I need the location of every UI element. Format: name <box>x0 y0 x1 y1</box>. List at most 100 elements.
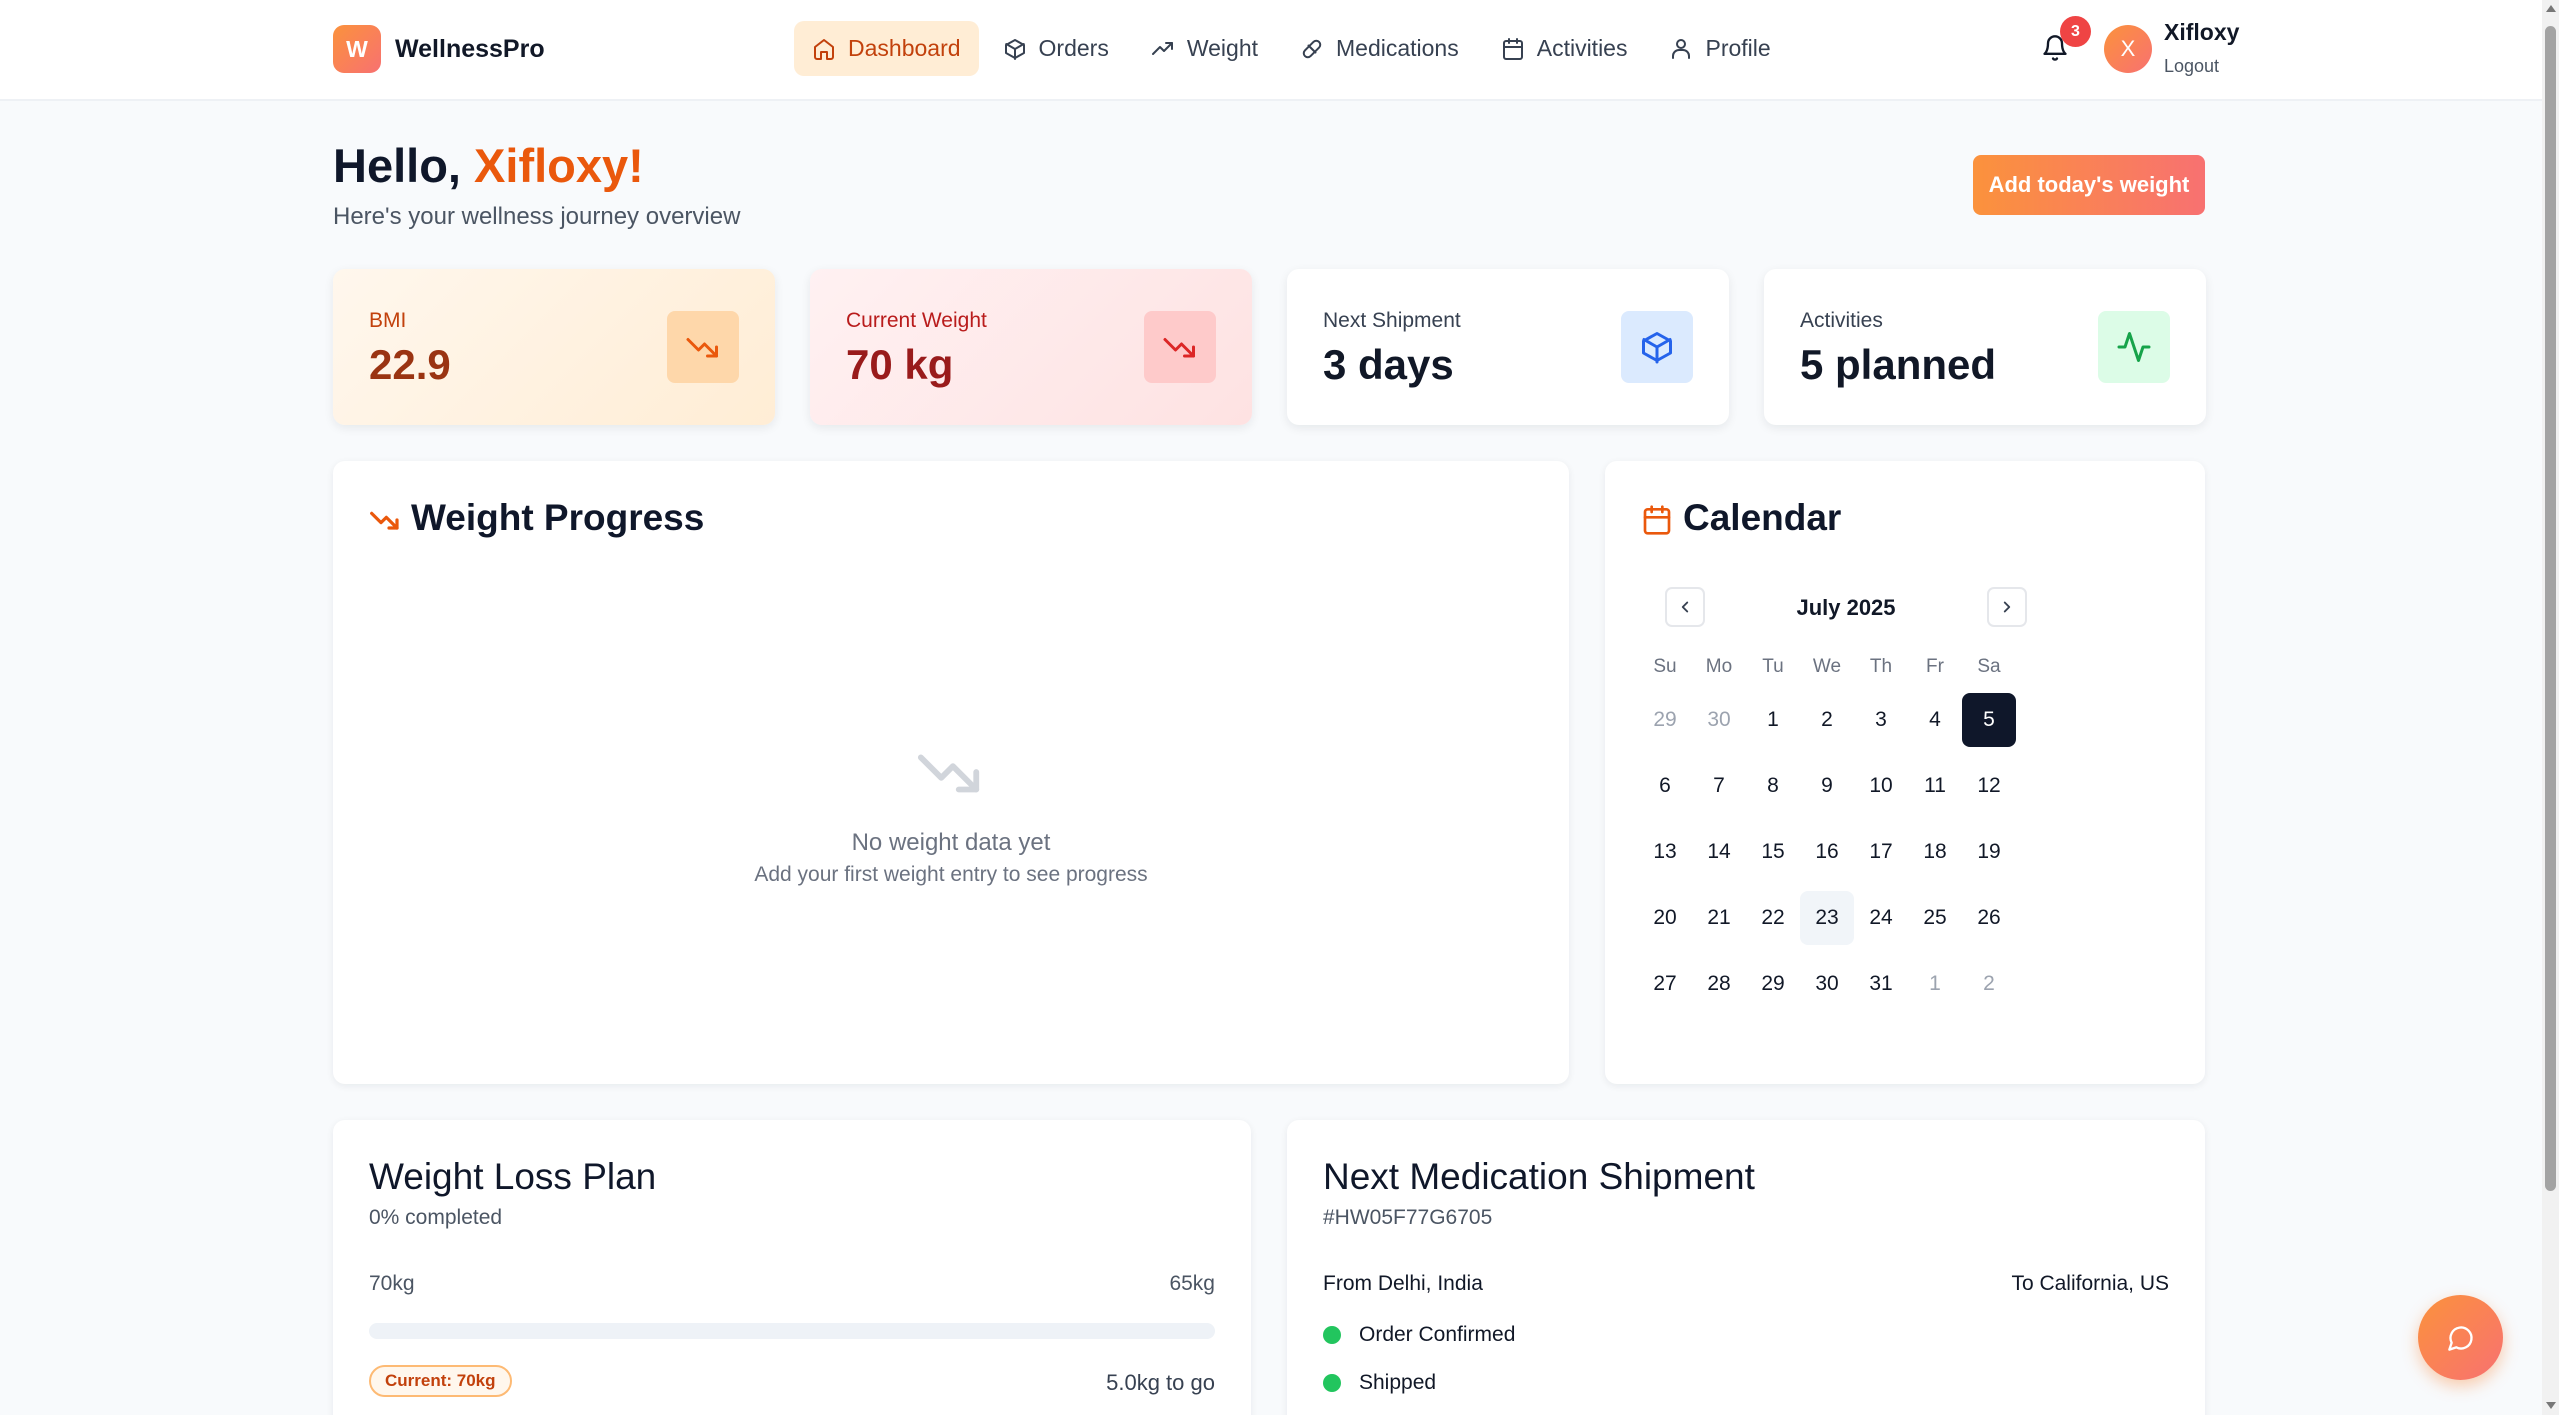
nav-medications-label: Medications <box>1336 35 1459 61</box>
weight-to-go: 5.0kg to go <box>1106 1370 1215 1395</box>
notification-count-badge: 3 <box>2060 16 2091 47</box>
nav-dashboard-label: Dashboard <box>848 35 961 61</box>
calendar-weekdays: Su Mo Tu We Th Fr Sa <box>1638 647 2178 687</box>
logout-link[interactable]: Logout <box>2164 56 2219 77</box>
calendar-day[interactable]: 28 <box>1692 957 1746 1011</box>
calendar-day[interactable]: 2 <box>1962 957 2016 1011</box>
nav-orders-label: Orders <box>1038 35 1109 61</box>
greeting-heading: Hello, Xifloxy! <box>333 138 644 193</box>
weight-icon-box <box>1144 311 1216 383</box>
status-dot-icon <box>1323 1326 1341 1344</box>
calendar-day[interactable]: 22 <box>1746 891 1800 945</box>
shipment-origin: From Delhi, India <box>1323 1272 1483 1295</box>
calendar-day[interactable]: 23 <box>1800 891 1854 945</box>
calendar-day[interactable]: 24 <box>1854 891 1908 945</box>
calendar-day[interactable]: 5 <box>1962 693 2016 747</box>
calendar-week-row: 6 7 8 9 10 11 12 <box>1638 753 2178 819</box>
nav-orders[interactable]: Orders <box>985 21 1127 76</box>
calendar-day[interactable]: 1 <box>1746 693 1800 747</box>
bmi-icon-box <box>667 311 739 383</box>
plan-start-weight: 70kg <box>369 1272 415 1295</box>
calendar-grid: Su Mo Tu We Th Fr Sa 29 30 1 2 3 4 5 6 7 8 9 10 11 12 13 14 15… <box>1638 647 2178 1017</box>
calendar-day[interactable]: 9 <box>1800 759 1854 813</box>
weight-progress-title: Weight Progress <box>411 497 705 538</box>
calendar-day[interactable]: 13 <box>1638 825 1692 879</box>
shipment-id: #HW05F77G6705 <box>1323 1206 1493 1229</box>
shipment-step-shipped: Shipped <box>1323 1371 1436 1395</box>
calendar-day[interactable]: 6 <box>1638 759 1692 813</box>
activities-icon-box <box>2098 311 2170 383</box>
calendar-day[interactable]: 16 <box>1800 825 1854 879</box>
calendar-day[interactable]: 29 <box>1638 693 1692 747</box>
calendar-day[interactable]: 11 <box>1908 759 1962 813</box>
greeting-user-name: Xifloxy! <box>474 139 644 192</box>
page-subtitle: Here's your wellness journey overview <box>333 203 741 230</box>
plan-goal-weight: 65kg <box>1169 1272 1215 1295</box>
weekday-label: Fr <box>1926 656 1944 677</box>
calendar-day[interactable]: 8 <box>1746 759 1800 813</box>
nav-medications[interactable]: Medications <box>1282 21 1477 76</box>
activity-pulse-icon <box>2117 332 2151 362</box>
bmi-value: 22.9 <box>369 341 451 388</box>
calendar-day[interactable]: 26 <box>1962 891 2016 945</box>
calendar-next-button[interactable] <box>1987 587 2027 627</box>
nav-profile-label: Profile <box>1705 35 1771 61</box>
status-dot-icon <box>1323 1374 1341 1392</box>
weight-loss-plan-panel: Weight Loss Plan 0% completed 70kg 65kg … <box>333 1120 1251 1415</box>
calendar-day[interactable]: 25 <box>1908 891 1962 945</box>
current-weight-value: 70 kg <box>846 341 954 388</box>
nav-dashboard[interactable]: Dashboard <box>794 21 979 76</box>
chat-button[interactable] <box>2418 1295 2503 1380</box>
activities-card: Activities 5 planned <box>1764 269 2206 425</box>
avatar[interactable]: X <box>2104 25 2152 73</box>
next-shipment-card: Next Shipment 3 days <box>1287 269 1729 425</box>
shipment-step-label: Shipped <box>1359 1371 1437 1394</box>
calendar-title: Calendar <box>1683 497 1842 538</box>
calendar-day[interactable]: 3 <box>1854 693 1908 747</box>
add-weight-button[interactable]: Add today's weight <box>1973 155 2205 215</box>
home-icon <box>814 38 834 60</box>
calendar-day[interactable]: 12 <box>1962 759 2016 813</box>
top-nav: W WellnessPro Dashboard Orders Weight Me… <box>0 0 2542 101</box>
calendar-day[interactable]: 20 <box>1638 891 1692 945</box>
chevron-left-icon <box>1681 601 1689 613</box>
nav-weight[interactable]: Weight <box>1133 21 1276 76</box>
scroll-down-arrow-icon[interactable] <box>2546 1402 2556 1409</box>
weekday-label: Su <box>1653 656 1677 677</box>
nav-profile[interactable]: Profile <box>1651 21 1788 76</box>
calendar-day[interactable]: 27 <box>1638 957 1692 1011</box>
calendar-day[interactable]: 30 <box>1692 693 1746 747</box>
shipment-title: Next Medication Shipment <box>1323 1156 1755 1197</box>
calendar-day[interactable]: 29 <box>1746 957 1800 1011</box>
chevron-right-icon <box>2003 601 2011 613</box>
scrollbar-thumb[interactable] <box>2545 26 2556 1191</box>
calendar-day[interactable]: 4 <box>1908 693 1962 747</box>
calendar-day[interactable]: 21 <box>1692 891 1746 945</box>
calendar-day[interactable]: 31 <box>1854 957 1908 1011</box>
current-weight-label: Current Weight <box>846 309 987 332</box>
shipment-icon-box <box>1621 311 1693 383</box>
calendar-prev-button[interactable] <box>1665 587 1705 627</box>
plan-progress-bar <box>369 1323 1215 1339</box>
calendar-day[interactable]: 18 <box>1908 825 1962 879</box>
calendar-day[interactable]: 14 <box>1692 825 1746 879</box>
calendar-day[interactable]: 30 <box>1800 957 1854 1011</box>
scroll-up-arrow-icon[interactable] <box>2546 5 2556 12</box>
empty-state-subtitle: Add your first weight entry to see progr… <box>754 863 1148 886</box>
calendar-day[interactable]: 7 <box>1692 759 1746 813</box>
calendar-day[interactable]: 2 <box>1800 693 1854 747</box>
nav-activities[interactable]: Activities <box>1483 21 1646 76</box>
trending-down-icon <box>370 511 399 530</box>
nav-links: Dashboard Orders Weight Medications Acti… <box>794 21 1795 76</box>
app-logo[interactable]: W WellnessPro <box>333 25 545 73</box>
calendar-day[interactable]: 1 <box>1908 957 1962 1011</box>
activities-label: Activities <box>1800 309 1883 332</box>
calendar-days: 29 30 1 2 3 4 5 6 7 8 9 10 11 12 13 14 15 16 17 18 19 20 21 22 2… <box>1638 687 2178 1017</box>
calendar-day[interactable]: 15 <box>1746 825 1800 879</box>
empty-trend-icon <box>917 754 980 793</box>
user-name: Xifloxy <box>2164 19 2240 45</box>
calendar-week-row: 13 14 15 16 17 18 19 <box>1638 819 2178 885</box>
calendar-day[interactable]: 17 <box>1854 825 1908 879</box>
calendar-day[interactable]: 19 <box>1962 825 2016 879</box>
calendar-day[interactable]: 10 <box>1854 759 1908 813</box>
